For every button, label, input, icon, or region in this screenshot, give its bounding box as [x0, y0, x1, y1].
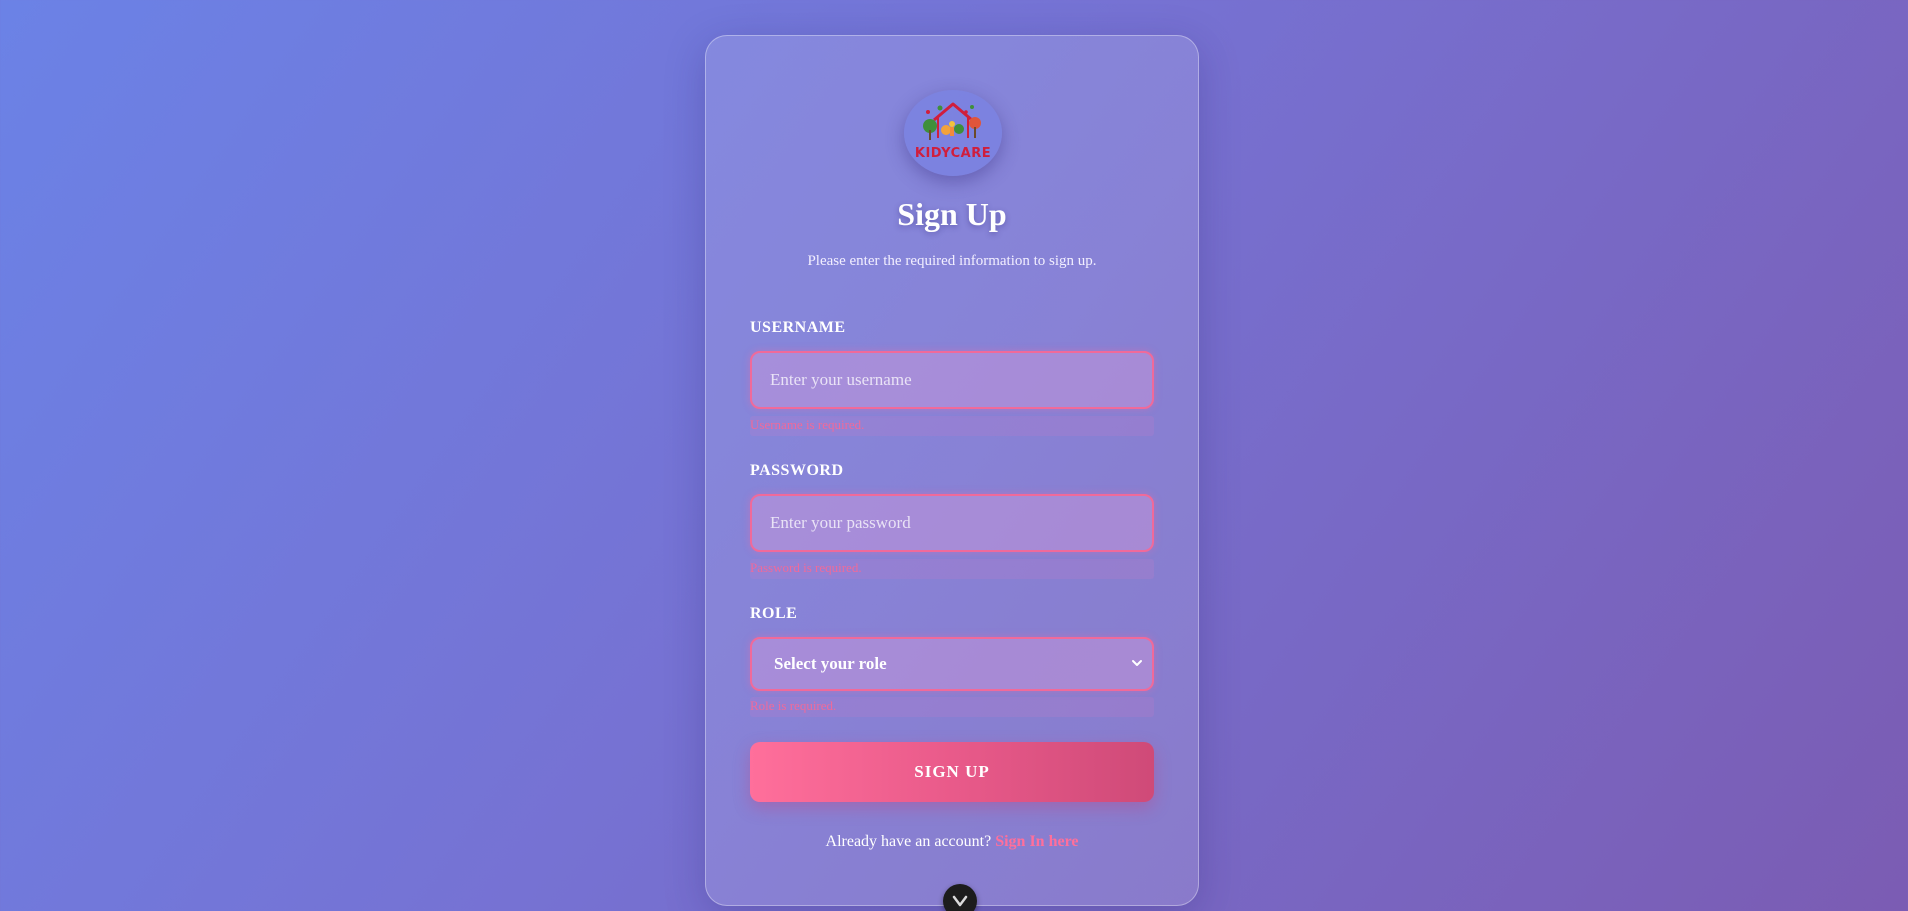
logo-house-icon — [923, 102, 981, 140]
sign-up-button[interactable]: SIGN UP — [750, 742, 1154, 802]
role-label: ROLE — [750, 605, 798, 622]
role-error: Role is required. — [750, 697, 1154, 717]
username-error: Username is required. — [750, 416, 1154, 436]
password-input[interactable] — [750, 494, 1154, 552]
page-title: Sign Up — [897, 196, 1007, 232]
sign-in-link[interactable]: Sign In here — [995, 833, 1078, 850]
username-label: USERNAME — [750, 319, 846, 336]
username-input[interactable] — [750, 351, 1154, 409]
role-select-value: Select your role — [774, 654, 887, 673]
signin-prompt-text: Already have an account? — [825, 833, 996, 850]
page-subtitle: Please enter the required information to… — [807, 253, 1097, 269]
floating-toggle-button[interactable] — [943, 884, 977, 911]
password-label: PASSWORD — [750, 462, 844, 479]
password-error: Password is required. — [750, 559, 1154, 579]
role-select[interactable]: Select your role — [750, 637, 1154, 691]
logo-text: KIDYCARE — [914, 146, 992, 161]
kidycare-logo: KIDYCARE — [904, 90, 1002, 176]
chevron-down-icon — [1132, 660, 1142, 666]
chevron-down-icon — [952, 895, 968, 907]
signup-card: KIDYCARE Sign Up Please enter the requir… — [705, 35, 1199, 906]
signin-prompt: Already have an account? Sign In here — [706, 833, 1198, 851]
